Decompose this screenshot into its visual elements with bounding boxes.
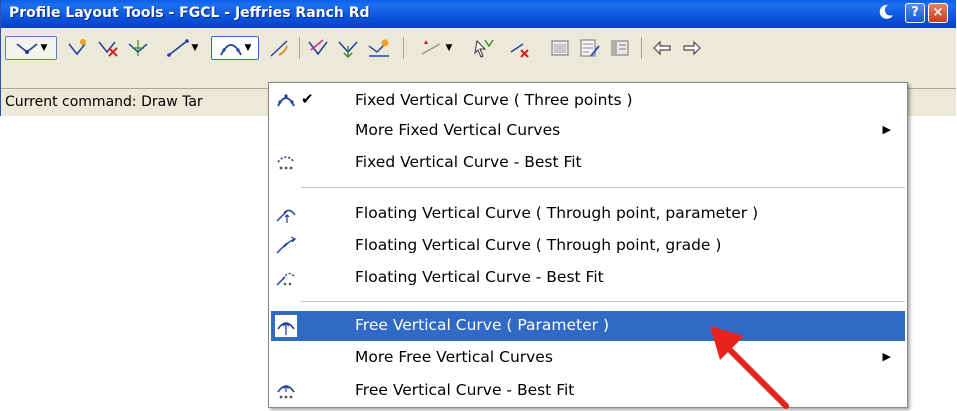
redo-icon bbox=[683, 40, 701, 56]
menu-separator bbox=[301, 301, 905, 302]
window-title: Profile Layout Tools - FGCL - Jeffries R… bbox=[9, 5, 370, 21]
menu-item-label: Free Vertical Curve - Best Fit bbox=[355, 381, 575, 399]
draw-tangents-icon bbox=[16, 43, 38, 54]
menu-item-label: Fixed Vertical Curve ( Three points ) bbox=[355, 91, 633, 109]
annotation-arrow-icon bbox=[710, 326, 789, 409]
move-pvi-icon bbox=[128, 40, 148, 56]
pvi-move-button[interactable] bbox=[335, 36, 361, 60]
undo-button[interactable] bbox=[649, 36, 675, 60]
curve-settings-icon bbox=[270, 40, 288, 57]
menu-separator bbox=[301, 187, 905, 188]
menu-item-label: Floating Vertical Curve ( Through point,… bbox=[355, 204, 759, 222]
tangent-line-icon bbox=[166, 39, 189, 57]
redo-button[interactable] bbox=[679, 36, 705, 60]
free-curve-parameter-icon bbox=[275, 315, 297, 337]
curve-settings-button[interactable] bbox=[267, 36, 293, 60]
pvi-move-icon bbox=[338, 41, 358, 58]
delete-entity-icon bbox=[510, 43, 529, 58]
fixed-curve-best-fit-icon bbox=[275, 152, 297, 174]
vertical-curve-icon bbox=[219, 44, 242, 56]
menu-item-label: Floating Vertical Curve - Best Fit bbox=[355, 268, 604, 286]
current-command-text: Current command: Draw Tar bbox=[5, 94, 203, 110]
profile-entity-view-button[interactable] bbox=[607, 36, 633, 60]
toolbar-separator bbox=[299, 37, 300, 59]
menu-item-label: Free Vertical Curve ( Parameter ) bbox=[355, 316, 610, 334]
delete-pvi-button[interactable] bbox=[95, 36, 121, 60]
pvi-grid-view-button[interactable] bbox=[547, 36, 573, 60]
pvi-based-button[interactable] bbox=[305, 36, 331, 60]
floating-curve-grade-icon bbox=[275, 235, 297, 257]
menu-item-floating-curve-grade[interactable]: Floating Vertical Curve ( Through point,… bbox=[271, 231, 905, 261]
help-button[interactable]: ? bbox=[905, 3, 925, 23]
floating-curve-best-fit-icon bbox=[275, 267, 297, 289]
edit-parameters-button[interactable] bbox=[577, 36, 603, 60]
raise-lower-pvi-icon bbox=[368, 39, 389, 57]
chevron-down-icon: ▼ bbox=[445, 43, 453, 53]
menu-item-label: More Free Vertical Curves bbox=[355, 348, 553, 366]
tangent-split-button[interactable]: ▼ bbox=[157, 36, 207, 60]
chevron-down-icon: ▼ bbox=[244, 43, 252, 53]
raise-lower-pvi-button[interactable] bbox=[365, 36, 393, 60]
delete-pvi-icon bbox=[98, 41, 118, 57]
floating-curve-parameter-icon bbox=[275, 203, 297, 225]
menu-item-label: Fixed Vertical Curve - Best Fit bbox=[355, 153, 582, 171]
vertical-curve-split-button[interactable]: ▼ bbox=[211, 36, 259, 60]
toolbar-separator bbox=[403, 37, 404, 59]
menu-item-floating-curve-parameter[interactable]: Floating Vertical Curve ( Through point,… bbox=[271, 199, 905, 229]
menu-item-fixed-curve-best-fit[interactable]: Fixed Vertical Curve - Best Fit bbox=[271, 148, 905, 178]
move-pvi-button[interactable] bbox=[125, 36, 151, 60]
insert-pvi-icon bbox=[68, 39, 86, 56]
close-button[interactable]: × bbox=[928, 3, 948, 23]
pvi-based-icon bbox=[308, 39, 328, 56]
submenu-arrow-icon: ▶ bbox=[882, 123, 891, 136]
free-curve-best-fit-icon bbox=[275, 380, 297, 402]
insert-pvi-button[interactable] bbox=[65, 36, 91, 60]
chevron-down-icon: ▼ bbox=[40, 43, 48, 53]
checkmark-icon: ✔ bbox=[301, 90, 314, 108]
menu-item-label: Floating Vertical Curve ( Through point,… bbox=[355, 236, 722, 254]
entity-view-icon bbox=[611, 40, 629, 56]
menu-item-label: More Fixed Vertical Curves bbox=[355, 121, 561, 139]
submenu-arrow-icon: ▶ bbox=[882, 350, 891, 363]
title-bar[interactable]: Profile Layout Tools - FGCL - Jeffries R… bbox=[1, 0, 956, 28]
menu-item-fixed-curve-three-points[interactable]: ✔ Fixed Vertical Curve ( Three points ) bbox=[271, 86, 905, 116]
menu-item-floating-curve-best-fit[interactable]: Floating Vertical Curve - Best Fit bbox=[271, 263, 905, 293]
select-pvi-icon bbox=[474, 39, 494, 58]
menu-item-more-fixed-curves[interactable]: More Fixed Vertical Curves ▶ bbox=[271, 116, 905, 146]
delete-entity-button[interactable] bbox=[507, 36, 533, 60]
draw-tangents-split-button[interactable]: ▼ bbox=[5, 36, 57, 60]
moon-icon bbox=[875, 3, 897, 25]
undo-icon bbox=[653, 40, 671, 56]
grade-split-button[interactable]: ▼ bbox=[411, 36, 461, 60]
chevron-down-icon: ▼ bbox=[191, 43, 199, 53]
select-pvi-button[interactable] bbox=[471, 36, 497, 60]
grid-view-icon bbox=[551, 40, 569, 56]
grade-icon bbox=[421, 40, 440, 55]
fixed-curve-three-points-icon bbox=[275, 90, 297, 112]
edit-parameters-icon bbox=[580, 39, 600, 57]
toolbar-separator bbox=[641, 37, 642, 59]
